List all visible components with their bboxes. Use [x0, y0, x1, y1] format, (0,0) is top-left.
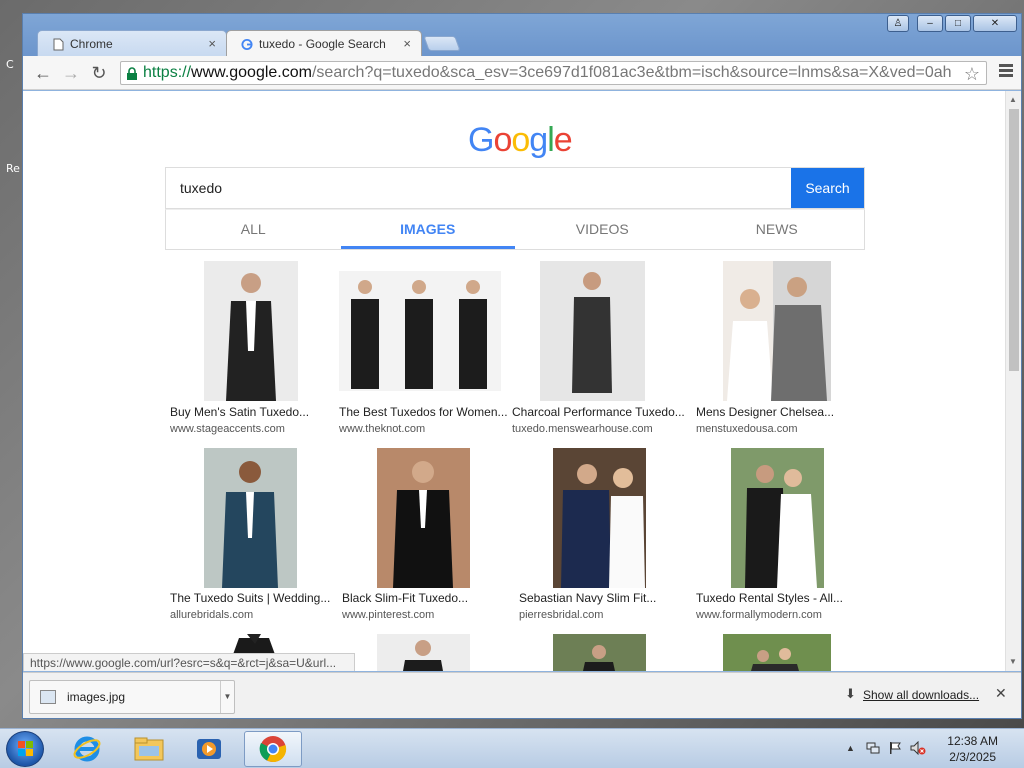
- window-controls: ♙ – □ ✕: [887, 15, 1017, 32]
- result-thumbnail[interactable]: [540, 261, 645, 401]
- tab-all[interactable]: ALL: [166, 210, 341, 249]
- page-content: Google Search ALL IMAGES VIDEOS NEWS Buy…: [23, 91, 1021, 671]
- chrome-taskbar-icon[interactable]: [244, 731, 302, 767]
- image-file-icon: [40, 690, 56, 704]
- maximize-button[interactable]: □: [945, 15, 971, 32]
- result-title[interactable]: The Best Tuxedos for Women...: [339, 405, 508, 419]
- search-button[interactable]: Search: [791, 168, 864, 208]
- result-thumbnail[interactable]: [377, 634, 470, 671]
- result-thumbnail[interactable]: [204, 448, 297, 588]
- logo-letter: G: [468, 121, 494, 159]
- result-source: www.pinterest.com: [342, 609, 435, 621]
- reload-button[interactable]: ↻: [89, 63, 109, 83]
- lock-icon: [126, 66, 138, 84]
- scroll-up-icon[interactable]: ▲: [1009, 95, 1017, 104]
- volume-muted-icon[interactable]: [910, 740, 926, 758]
- result-thumbnail[interactable]: [731, 448, 824, 588]
- logo-letter: o: [511, 121, 530, 159]
- result-title[interactable]: The Tuxedo Suits | Wedding...: [170, 591, 330, 605]
- close-tab-icon[interactable]: ×: [403, 36, 411, 51]
- chevron-down-icon[interactable]: ▼: [220, 681, 234, 713]
- start-button[interactable]: [6, 731, 44, 767]
- search-tabs: ALL IMAGES VIDEOS NEWS: [165, 209, 865, 250]
- result-source: www.formallymodern.com: [696, 609, 822, 621]
- browser-toolbar: ← → ↻ https://www.google.com/search?q=tu…: [23, 56, 1021, 90]
- bookmark-star-icon[interactable]: ☆: [964, 63, 980, 84]
- page-icon: [52, 37, 64, 51]
- result-thumbnail[interactable]: [723, 634, 831, 671]
- internet-explorer-icon[interactable]: [58, 731, 116, 767]
- show-all-downloads-link[interactable]: Show all downloads...: [863, 688, 979, 702]
- status-url-bubble: https://www.google.com/url?esrc=s&q=&rct…: [23, 653, 355, 671]
- result-title[interactable]: Buy Men's Satin Tuxedo...: [170, 405, 309, 419]
- logo-letter: g: [529, 121, 548, 159]
- scroll-down-icon[interactable]: ▼: [1009, 657, 1017, 666]
- tab-news[interactable]: NEWS: [690, 210, 865, 249]
- google-favicon-icon: [241, 37, 253, 51]
- clock-time: 12:38 AM: [947, 734, 998, 748]
- network-icon[interactable]: [866, 741, 880, 758]
- result-source: menstuxedousa.com: [696, 423, 798, 435]
- download-item[interactable]: images.jpg ▼: [29, 680, 235, 714]
- result-thumbnail[interactable]: [723, 261, 831, 401]
- close-tab-icon[interactable]: ×: [208, 36, 216, 51]
- system-clock[interactable]: 12:38 AM 2/3/2025: [947, 733, 998, 765]
- result-title[interactable]: Mens Designer Chelsea...: [696, 405, 834, 419]
- result-title[interactable]: Black Slim-Fit Tuxedo...: [342, 591, 468, 605]
- search-box: Search: [165, 167, 865, 209]
- new-tab-button[interactable]: [423, 36, 461, 51]
- forward-button[interactable]: →: [61, 63, 81, 83]
- result-thumbnail[interactable]: [204, 261, 298, 401]
- file-explorer-icon[interactable]: [120, 731, 178, 767]
- result-thumbnail[interactable]: [553, 634, 646, 671]
- downloads-bar: images.jpg ▼ ⬇ Show all downloads... ✕: [23, 672, 1021, 718]
- page-scrollbar[interactable]: ▲ ▼: [1005, 91, 1021, 671]
- result-thumbnail[interactable]: [339, 271, 501, 391]
- result-source: allurebridals.com: [170, 609, 254, 621]
- media-player-icon[interactable]: [180, 731, 238, 767]
- url-domain: www.google.com: [191, 64, 312, 81]
- tab-label: tuxedo - Google Search: [259, 37, 386, 51]
- close-window-button[interactable]: ✕: [973, 15, 1017, 32]
- result-source: pierresbridal.com: [519, 609, 604, 621]
- scroll-thumb[interactable]: [1009, 109, 1019, 371]
- result-title[interactable]: Sebastian Navy Slim Fit...: [519, 591, 656, 605]
- desktop-icon-label[interactable]: Re: [6, 162, 20, 175]
- result-source: www.stageaccents.com: [170, 423, 285, 435]
- account-button[interactable]: ♙: [887, 15, 909, 32]
- logo-letter: o: [493, 121, 512, 159]
- url-scheme: https://: [143, 64, 192, 81]
- result-thumbnail[interactable]: [553, 448, 646, 588]
- address-bar[interactable]: https://www.google.com/search?q=tuxedo&s…: [120, 61, 987, 85]
- url-path: /search?q=tuxedo&sca_esv=3ce697d1f081ac3…: [311, 64, 952, 81]
- logo-letter: e: [553, 121, 573, 159]
- search-input[interactable]: [166, 168, 792, 208]
- show-hidden-icons-icon[interactable]: ▲: [846, 743, 855, 753]
- tab-videos[interactable]: VIDEOS: [515, 210, 690, 249]
- back-button[interactable]: ←: [33, 63, 53, 83]
- system-tray: ▲ 12:38 AM 2/3/2025: [824, 729, 1024, 768]
- clock-date: 2/3/2025: [949, 750, 996, 764]
- chrome-menu-icon[interactable]: [999, 64, 1013, 79]
- result-thumbnail[interactable]: [377, 448, 470, 588]
- taskbar: ▲ 12:38 AM 2/3/2025: [0, 728, 1024, 768]
- download-icon: ⬇: [845, 686, 856, 701]
- result-source: tuxedo.menswearhouse.com: [512, 423, 653, 435]
- result-source: www.theknot.com: [339, 423, 426, 435]
- google-logo: Google: [468, 121, 573, 160]
- desktop-icon-label[interactable]: C: [6, 58, 14, 71]
- minimize-button[interactable]: –: [917, 15, 943, 32]
- close-downloads-icon[interactable]: ✕: [995, 685, 1007, 702]
- title-bar: ♙ – □ ✕ Chrome × tuxedo - Google Search …: [23, 14, 1021, 57]
- tab-images[interactable]: IMAGES: [340, 210, 516, 249]
- browser-window: ♙ – □ ✕ Chrome × tuxedo - Google Search …: [22, 13, 1022, 719]
- tab-google-search[interactable]: tuxedo - Google Search ×: [226, 30, 422, 57]
- tab-label: Chrome: [70, 37, 113, 51]
- result-title[interactable]: Charcoal Performance Tuxedo...: [512, 405, 685, 419]
- tab-chrome[interactable]: Chrome ×: [37, 30, 227, 57]
- result-title[interactable]: Tuxedo Rental Styles - All...: [696, 591, 843, 605]
- download-file-name: images.jpg: [67, 690, 126, 704]
- action-center-flag-icon[interactable]: [888, 741, 902, 758]
